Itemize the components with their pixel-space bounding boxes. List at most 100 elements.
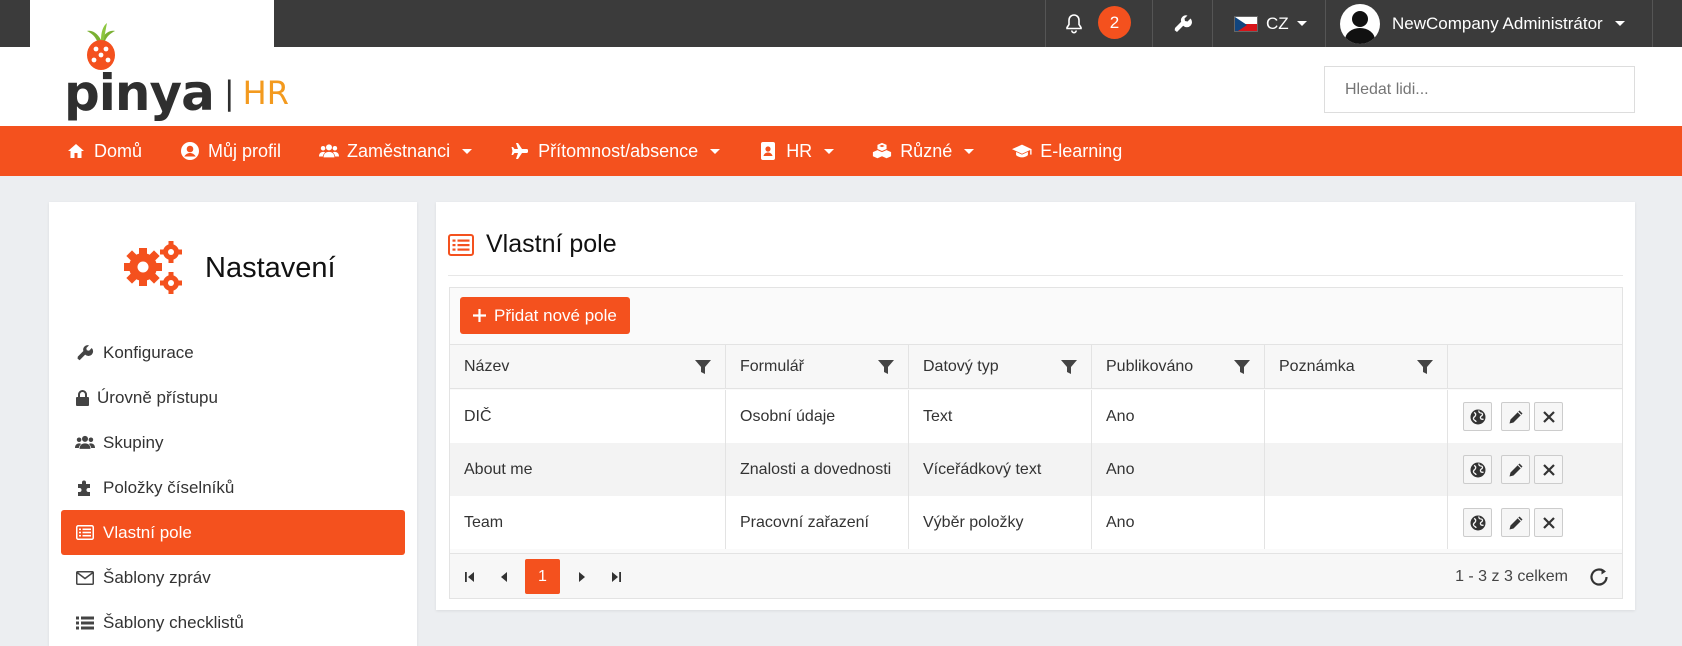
last-page-button[interactable] — [602, 561, 630, 593]
edit-button[interactable] — [1501, 455, 1530, 484]
next-page-button[interactable] — [568, 561, 596, 593]
filter-icon[interactable] — [1061, 359, 1077, 375]
notification-badge[interactable]: 2 — [1098, 6, 1131, 39]
cell-note — [1265, 390, 1448, 443]
delete-button[interactable] — [1534, 402, 1563, 431]
language-selector[interactable]: CZ — [1234, 0, 1307, 47]
add-field-button[interactable]: Přidat nové pole — [460, 297, 630, 334]
delete-button[interactable] — [1534, 455, 1563, 484]
menu-item-checklist-templates[interactable]: Šablony checklistů — [61, 600, 405, 645]
nav-label: E-learning — [1040, 140, 1123, 161]
add-field-label: Přidat nové pole — [494, 305, 617, 325]
chevron-down-icon — [964, 148, 975, 154]
cell-note — [1265, 443, 1448, 496]
nav-item-employees[interactable]: Zaměstnanci — [319, 141, 473, 162]
plus-icon — [473, 309, 486, 322]
users-icon — [75, 433, 95, 453]
nav-item-hr[interactable]: HR — [758, 141, 835, 162]
column-header-actions — [1448, 345, 1622, 388]
wrench-icon — [75, 343, 95, 363]
page-header: Vlastní pole — [448, 230, 617, 259]
menu-item-configuration[interactable]: Konfigurace — [61, 330, 405, 375]
puzzle-icon — [75, 478, 95, 498]
edit-button[interactable] — [1501, 508, 1530, 537]
cell-name: Team — [450, 496, 726, 549]
settings-panel: Nastavení Konfigurace Úrovně přístupu Sk… — [49, 202, 417, 646]
filter-icon[interactable] — [1234, 359, 1250, 375]
pencil-icon — [1509, 410, 1522, 423]
pager-info: 1 - 3 z 3 celkem — [1455, 567, 1568, 585]
menu-item-codebook-items[interactable]: Položky číselníků — [61, 465, 405, 510]
chevron-down-icon — [462, 148, 473, 154]
column-header-note[interactable]: Poznámka — [1265, 345, 1448, 388]
column-header-data-type[interactable]: Datový typ — [909, 345, 1092, 388]
chevron-left-icon — [501, 572, 507, 582]
nav-label: Můj profil — [208, 140, 282, 161]
close-icon — [1542, 516, 1555, 529]
nav-label: Domů — [94, 140, 143, 161]
menu-label: Šablony checklistů — [103, 612, 244, 632]
column-header-published[interactable]: Publikováno — [1092, 345, 1265, 388]
table-row[interactable]: About me Znalosti a dovednosti Víceřádko… — [450, 443, 1622, 496]
settings-title: Nastavení — [205, 251, 336, 284]
menu-item-groups[interactable]: Skupiny — [61, 420, 405, 465]
user-menu[interactable]: NewCompany Administrátor — [1340, 0, 1625, 47]
logo-subtitle: | HR — [223, 74, 289, 112]
translate-button[interactable] — [1463, 455, 1492, 484]
current-page[interactable]: 1 — [525, 559, 560, 594]
filter-icon[interactable] — [1417, 359, 1433, 375]
translate-button[interactable] — [1463, 402, 1492, 431]
plane-icon — [510, 141, 530, 161]
custom-fields-grid: Přidat nové pole Název Formulář Datový t… — [449, 287, 1623, 599]
main-nav: Domů Můj profil Zaměstnanci Přítomnost/a… — [0, 126, 1682, 176]
menu-label: Konfigurace — [103, 342, 194, 362]
refresh-icon[interactable] — [1588, 566, 1610, 588]
delete-button[interactable] — [1534, 508, 1563, 537]
edit-button[interactable] — [1501, 402, 1530, 431]
gears-icon — [124, 241, 182, 294]
cell-form: Znalosti a dovednosti — [726, 443, 909, 496]
nav-item-home[interactable]: Domů — [66, 141, 142, 162]
first-page-button[interactable] — [456, 561, 484, 593]
nav-item-profile[interactable]: Můj profil — [180, 141, 281, 162]
divider — [1045, 0, 1046, 47]
language-code: CZ — [1266, 13, 1289, 33]
envelope-icon — [75, 568, 95, 588]
chevron-down-icon — [1296, 21, 1307, 26]
settings-header: Nastavení — [121, 238, 336, 298]
contact-book-icon — [758, 141, 778, 161]
chevron-down-icon — [1614, 21, 1625, 26]
menu-label: Úrovně přístupu — [97, 387, 218, 407]
nav-item-elearning[interactable]: E-learning — [1012, 141, 1122, 162]
cell-data-type: Víceřádkový text — [909, 443, 1092, 496]
pineapple-icon — [87, 23, 115, 70]
search-input[interactable] — [1324, 66, 1635, 113]
translate-button[interactable] — [1463, 508, 1492, 537]
column-label: Datový typ — [923, 357, 999, 375]
bell-icon — [1066, 13, 1082, 33]
tools-button[interactable] — [1172, 0, 1194, 47]
menu-item-access-levels[interactable]: Úrovně přístupu — [61, 375, 405, 420]
lock-icon — [75, 388, 89, 408]
menu-item-custom-fields[interactable]: Vlastní pole — [61, 510, 405, 555]
nav-item-misc[interactable]: Různé — [872, 141, 975, 162]
user-circle-icon — [180, 141, 200, 161]
app-logo[interactable]: pinya | HR — [64, 18, 289, 118]
column-header-name[interactable]: Název — [450, 345, 726, 388]
column-label: Formulář — [740, 357, 805, 375]
previous-page-button[interactable] — [490, 561, 518, 593]
chevron-down-icon — [824, 148, 835, 154]
menu-item-message-templates[interactable]: Šablony zpráv — [61, 555, 405, 600]
divider — [1152, 0, 1153, 47]
filter-icon[interactable] — [695, 359, 711, 375]
notifications-button[interactable] — [1062, 0, 1086, 47]
globe-icon — [1470, 462, 1485, 477]
filter-icon[interactable] — [878, 359, 894, 375]
list-alt-icon — [75, 523, 95, 543]
table-row[interactable]: Team Pracovní zařazení Výběr položky Ano — [450, 496, 1622, 549]
nav-item-attendance[interactable]: Přítomnost/absence — [510, 141, 721, 162]
cell-actions — [1448, 496, 1622, 549]
table-row[interactable]: DIČ Osobní údaje Text Ano — [450, 390, 1622, 443]
wrench-icon — [1174, 14, 1193, 32]
column-header-form[interactable]: Formulář — [726, 345, 909, 388]
